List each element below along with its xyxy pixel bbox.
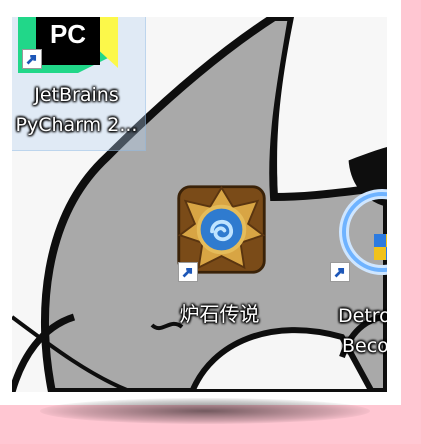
detroit-label-line2: Beco: [342, 335, 387, 357]
shortcut-arrow-icon: [330, 262, 350, 282]
pycharm-label-line1: JetBrains: [34, 84, 119, 106]
desktop: PC JetBrains PyCharm 2... 炉石传说 Detro Bec…: [12, 17, 387, 392]
shortcut-arrow-icon: [22, 49, 42, 69]
hearthstone-label: 炉石传说: [179, 302, 260, 326]
frame-shadow: [40, 398, 370, 424]
shortcut-arrow-icon: [178, 262, 198, 282]
desktop-icon-detroit[interactable]: Detro Beco: [322, 182, 387, 392]
svg-text:PC: PC: [50, 19, 86, 49]
desktop-icon-hearthstone[interactable]: 炉石传说: [162, 182, 277, 332]
detroit-label-line1: Detro: [338, 305, 387, 327]
desktop-icon-pycharm[interactable]: PC JetBrains PyCharm 2...: [12, 17, 146, 151]
pycharm-label-line2: PyCharm 2...: [15, 114, 138, 136]
